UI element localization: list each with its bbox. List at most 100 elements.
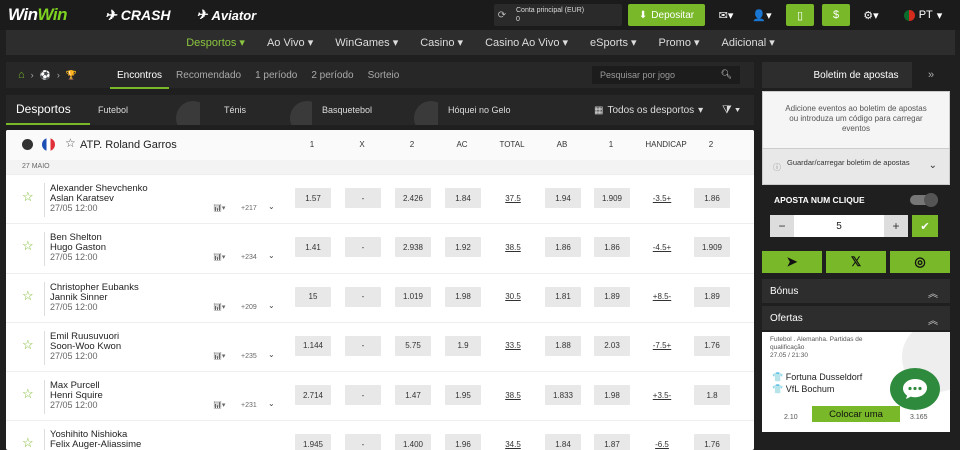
favorite-star-icon[interactable]: ☆ bbox=[22, 238, 34, 254]
odd-cell[interactable]: 1.47 bbox=[395, 385, 431, 406]
crash-link[interactable]: ✈ CRASH bbox=[105, 7, 171, 24]
odd-cell[interactable]: 34.5 bbox=[495, 434, 531, 450]
sport-tenis[interactable]: Ténis bbox=[200, 95, 312, 125]
odd-cell[interactable]: - bbox=[345, 385, 381, 406]
tab-1-periodo[interactable]: 1 período bbox=[248, 70, 304, 81]
odd-cell[interactable]: 1.76 bbox=[694, 434, 730, 450]
table-row[interactable]: ☆ Yoshihito Nishioka Felix Auger-Aliassime… bbox=[6, 420, 754, 450]
odd-cell[interactable]: 1.144 bbox=[295, 335, 331, 356]
odd-cell[interactable]: 1.909 bbox=[594, 188, 630, 208]
odd-cell[interactable]: - bbox=[345, 335, 381, 356]
filter-icon[interactable]: ⧩ ▾ bbox=[722, 95, 740, 125]
stats-icon[interactable]: 📊︎▾ bbox=[213, 204, 225, 212]
betslip-load[interactable]: ⓘ Guardar/carregar boletim de apostas ⌄ bbox=[762, 149, 950, 185]
telegram-icon[interactable]: ➤ bbox=[762, 251, 822, 273]
stats-icon[interactable]: 📊︎▾ bbox=[213, 352, 225, 360]
odd-cell[interactable]: +3.5- bbox=[644, 385, 680, 405]
odd-cell[interactable]: 1.95 bbox=[445, 385, 481, 406]
plus-button[interactable]: + bbox=[884, 215, 908, 237]
confirm-button[interactable]: ✔ bbox=[912, 215, 938, 237]
nav-esports[interactable]: eSports ▾ bbox=[579, 36, 648, 49]
odd-cell[interactable]: 1.84 bbox=[545, 434, 581, 450]
account-balance[interactable]: ⟳ Conta principal (EUR) 0 bbox=[494, 4, 622, 26]
odd-cell[interactable]: 1.84 bbox=[445, 188, 481, 208]
odd-cell[interactable]: 1.909 bbox=[694, 237, 730, 258]
odd-cell[interactable]: 1.019 bbox=[395, 286, 431, 307]
chevron-down-icon[interactable]: ⌄ bbox=[268, 399, 275, 408]
refresh-icon[interactable]: ⟳ bbox=[494, 10, 510, 21]
odd-cell[interactable]: 1.98 bbox=[445, 286, 481, 307]
favorite-star-icon[interactable]: ☆ bbox=[22, 189, 34, 205]
odd-cell[interactable]: 1.41 bbox=[295, 237, 331, 258]
nav-casino[interactable]: Casino ▾ bbox=[409, 36, 474, 49]
winwin-logo[interactable]: WinWin bbox=[8, 5, 68, 25]
search-input[interactable]: Pesquisar por jogo 🔍︎ bbox=[592, 66, 740, 84]
odd-cell[interactable]: 2.714 bbox=[295, 385, 331, 406]
nav-casino-ao-vivo[interactable]: Casino Ao Vivo ▾ bbox=[474, 36, 579, 49]
offer-odd-1[interactable]: 2.10 bbox=[784, 414, 798, 421]
odd-cell[interactable]: 1.86 bbox=[545, 237, 581, 258]
trophy-icon[interactable]: 🏆 bbox=[66, 70, 77, 81]
odd-cell[interactable]: - bbox=[345, 286, 381, 307]
odd-cell[interactable]: 1.88 bbox=[545, 335, 581, 356]
offer-bet-button[interactable]: Colocar uma bbox=[812, 406, 900, 422]
odd-cell[interactable]: 2.938 bbox=[395, 237, 431, 258]
odd-cell[interactable]: 1.9 bbox=[445, 335, 481, 356]
minus-button[interactable]: − bbox=[770, 215, 794, 237]
nav-promo[interactable]: Promo ▾ bbox=[648, 36, 711, 49]
odd-cell[interactable]: 1.98 bbox=[594, 385, 630, 406]
dollar-icon[interactable]: $ bbox=[822, 4, 850, 26]
odd-cell[interactable]: - bbox=[345, 237, 381, 258]
table-row[interactable]: ☆ Ben Shelton Hugo Gaston 27/05 12:00 📊︎▾ +23… bbox=[6, 223, 754, 272]
offer-odd-2[interactable]: 3.165 bbox=[910, 414, 928, 421]
table-row[interactable]: ☆ Christopher Eubanks Jannik Sinner 27/05 1… bbox=[6, 272, 754, 322]
odd-cell[interactable]: 2.03 bbox=[594, 335, 630, 356]
odd-cell[interactable]: - bbox=[345, 434, 381, 450]
odd-cell[interactable]: -3.5+ bbox=[644, 188, 680, 208]
odd-cell[interactable]: 1.833 bbox=[545, 385, 581, 406]
favorite-star-icon[interactable]: ☆ bbox=[22, 435, 34, 450]
chat-icon[interactable] bbox=[890, 368, 940, 410]
offers-section[interactable]: Ofertas ︽ bbox=[762, 306, 950, 330]
stats-icon[interactable]: 📊︎▾ bbox=[213, 401, 225, 409]
instagram-icon[interactable]: ◎ bbox=[890, 251, 950, 273]
odd-cell[interactable]: 37.5 bbox=[495, 188, 531, 208]
favorite-star-icon[interactable]: ☆ bbox=[22, 337, 34, 353]
odd-cell[interactable]: 1.400 bbox=[395, 434, 431, 450]
player-2[interactable]: Felix Auger-Aliassime bbox=[50, 439, 141, 450]
sport-futebol[interactable]: Futebol bbox=[90, 95, 200, 125]
chevron-down-icon[interactable]: ⌄ bbox=[268, 251, 275, 260]
table-row[interactable]: ☆ Emil Ruusuvuori Soon-Woo Kwon 27/05 12:00… bbox=[6, 321, 754, 371]
stake-value[interactable]: 5 bbox=[794, 215, 884, 237]
tab-sorteio[interactable]: Sorteio bbox=[361, 70, 407, 81]
odd-cell[interactable]: 1.76 bbox=[694, 335, 730, 356]
odd-cell[interactable]: 1.86 bbox=[594, 237, 630, 258]
chevron-down-icon[interactable]: ⌄ bbox=[268, 350, 275, 359]
odd-cell[interactable]: 1.86 bbox=[694, 188, 730, 208]
more-markets[interactable]: +235 bbox=[241, 353, 257, 360]
one-click-toggle[interactable] bbox=[910, 193, 938, 207]
favorite-star-icon[interactable]: ☆ bbox=[22, 386, 34, 402]
odd-cell[interactable]: 1.92 bbox=[445, 237, 481, 258]
home-icon[interactable]: ⌂ bbox=[18, 69, 25, 81]
odd-cell[interactable]: 15 bbox=[295, 286, 331, 307]
odd-cell[interactable]: -6.5 bbox=[644, 434, 680, 450]
deposit-button[interactable]: ⬇ Depositar bbox=[628, 4, 705, 26]
tab-encontros[interactable]: Encontros bbox=[110, 70, 170, 89]
collapse-icon[interactable]: » bbox=[912, 62, 950, 88]
odd-cell[interactable]: 5.75 bbox=[395, 335, 431, 356]
stats-icon[interactable]: 📊︎▾ bbox=[213, 303, 225, 311]
odd-cell[interactable]: 2.426 bbox=[395, 188, 431, 208]
chevron-down-icon[interactable]: ⌄ bbox=[929, 159, 937, 172]
odd-cell[interactable]: - bbox=[345, 188, 381, 208]
odd-cell[interactable]: 38.5 bbox=[495, 237, 531, 257]
odd-cell[interactable]: -7.5+ bbox=[644, 336, 680, 356]
odd-cell[interactable]: 30.5 bbox=[495, 287, 531, 307]
language-selector[interactable]: PT ▾ bbox=[898, 4, 948, 26]
odd-cell[interactable]: -4.5+ bbox=[644, 237, 680, 257]
odd-cell[interactable]: 1.81 bbox=[545, 286, 581, 307]
mobile-icon[interactable]: ▯ bbox=[786, 4, 814, 26]
odd-cell[interactable]: +8.5- bbox=[644, 287, 680, 307]
odd-cell[interactable]: 38.5 bbox=[495, 385, 531, 405]
all-sports-dropdown[interactable]: ▦ Todos os desportos ▾ bbox=[594, 95, 703, 125]
